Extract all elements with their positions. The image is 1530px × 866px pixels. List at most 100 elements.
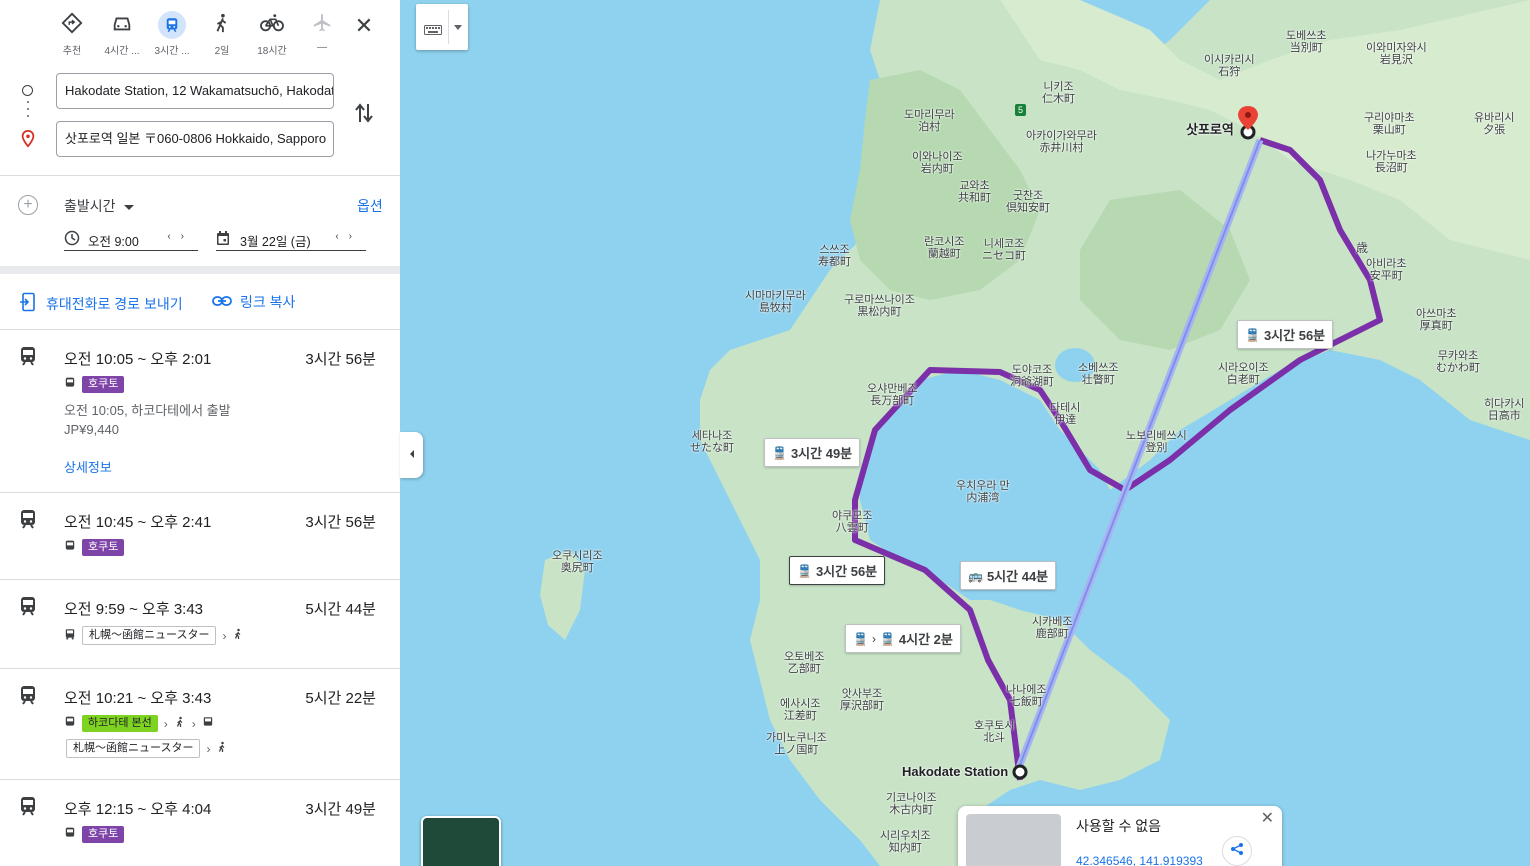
- send-to-phone-link[interactable]: 휴대전화로 경로 보내기: [18, 292, 183, 315]
- route-steps: 호쿠토: [64, 826, 125, 843]
- chevron-right-icon: ›: [222, 628, 227, 643]
- collapse-panel-button[interactable]: [400, 432, 423, 478]
- sapporo-station-label[interactable]: 삿포로역: [1186, 123, 1234, 136]
- place-label: 스쓰조 寿都町: [818, 244, 851, 268]
- train-icon: 🚆: [879, 631, 895, 646]
- route-times: 오후 12:15 ~ 오후 4:04: [64, 801, 212, 818]
- walk-small-icon: [216, 741, 228, 756]
- place-label: 이와나이조 岩内町: [912, 151, 963, 175]
- route-option[interactable]: 오후 12:15 ~ 오후 4:04 3시간 49분 호쿠토: [0, 780, 400, 866]
- route-steps: 札幌〜函館ニュースター ›: [64, 626, 244, 645]
- map-terrain: [540, 0, 1530, 866]
- options-link[interactable]: 옵션: [357, 196, 383, 216]
- place-label: 교와초 共和町: [958, 180, 991, 204]
- place-label: 나가누마초 長沼町: [1366, 150, 1417, 174]
- place-label: 니키조 仁木町: [1042, 81, 1075, 105]
- route-label[interactable]: 🚆 3시간 49분: [764, 438, 861, 467]
- place-label: 야쿠모조 八雲町: [832, 510, 873, 534]
- place-label: 아비라초 安平町: [1366, 258, 1407, 282]
- date-stepper-arrows[interactable]: ‹›: [335, 231, 362, 242]
- chevron-right-icon: ›: [163, 716, 168, 731]
- caret-down-icon[interactable]: [454, 25, 462, 30]
- bus-line-badge: 札幌〜函館ニュースター: [66, 739, 201, 758]
- date-field[interactable]: 3월 22일 (금) ‹›: [216, 228, 366, 251]
- swap-button[interactable]: [353, 100, 375, 131]
- place-label: 나나에조 七飯町: [1006, 684, 1047, 708]
- mode-flight[interactable]: —: [297, 10, 347, 53]
- train-icon: [18, 509, 38, 534]
- directions-icon: [61, 12, 83, 39]
- route-label[interactable]: 🚆 3시간 56분: [1237, 320, 1334, 349]
- place-label: 시라오이조 白老町: [1218, 362, 1269, 386]
- map-canvas[interactable]: 도마리무라 泊村 이와나이조 岩内町 교와초 共和町 니키조 仁木町 아카이가와무라 赤井…: [400, 0, 1530, 866]
- route-option[interactable]: 오전 9:59 ~ 오후 3:43 5시간 44분 札幌〜函館ニュースター ›: [0, 580, 400, 669]
- place-label: 세타나조 せたな町: [690, 430, 734, 454]
- bus-icon: [202, 716, 214, 731]
- route-steps: 札幌〜函館ニュースター ›: [66, 739, 228, 758]
- route-times: 오전 10:05 ~ 오후 2:01: [64, 351, 212, 368]
- route-option[interactable]: 오전 10:05 ~ 오후 2:01 3시간 56분 호쿠토 오전 10:05,…: [0, 330, 400, 493]
- details-link[interactable]: 상세정보: [64, 457, 112, 476]
- close-directions-button[interactable]: ✕: [352, 14, 376, 38]
- bicycle-icon: [259, 12, 285, 39]
- place-label: 호쿠토시 北斗: [974, 720, 1015, 744]
- route-duration: 3시간 49분: [305, 801, 376, 818]
- info-card-title: 사용할 수 없음: [1076, 818, 1162, 834]
- info-card-coordinates[interactable]: 42.346546, 141.919393: [1076, 854, 1203, 866]
- time-value: 오전 9:00: [88, 235, 139, 249]
- place-label: 도야코조 洞爺湖町: [1010, 364, 1054, 388]
- mode-recommended[interactable]: 추천: [47, 10, 97, 57]
- place-label: 시카베조 鹿部町: [1032, 616, 1073, 640]
- place-label: 오토베조 乙部町: [784, 651, 825, 675]
- place-label: 니세코조 ニセコ町: [982, 238, 1026, 262]
- train-icon: [18, 346, 38, 371]
- hakodate-station-label[interactable]: Hakodate Station: [902, 765, 1008, 778]
- train-icon: [18, 685, 38, 710]
- add-destination-icon[interactable]: +: [18, 195, 38, 215]
- walk-small-icon: [232, 628, 244, 643]
- time-field[interactable]: 오전 9:00 ‹›: [64, 228, 198, 251]
- copy-link-label: 링크 복사: [240, 294, 296, 310]
- route-label[interactable]: 🚆 › 🚆 4시간 2분: [845, 624, 961, 653]
- route-label[interactable]: 🚌 5시간 44분: [960, 561, 1057, 590]
- route-label-selected[interactable]: 🚆 3시간 56분: [789, 556, 886, 585]
- place-label: 아쓰마초 厚真町: [1416, 308, 1457, 332]
- route-steps: 호쿠토: [64, 539, 125, 556]
- line-badge: 호쿠토: [82, 826, 125, 843]
- chevron-right-icon: ›: [206, 741, 211, 756]
- street-view-thumbnail[interactable]: [966, 814, 1061, 866]
- origin-input[interactable]: Hakodate Station, 12 Wakamatsuchō, Hakod…: [56, 73, 334, 109]
- route-option[interactable]: 오전 10:45 ~ 오후 2:41 3시간 56분 호쿠토: [0, 493, 400, 580]
- mode-cycling[interactable]: 18시간: [247, 10, 297, 57]
- route-duration: 5시간 44분: [305, 601, 376, 618]
- date-value: 3월 22일 (금): [240, 235, 311, 249]
- waypoint-dots: [27, 101, 29, 121]
- line-badge: 하코다테 본선: [82, 715, 158, 732]
- mode-label: 추천: [62, 46, 82, 57]
- depart-time-dropdown[interactable]: 출발시간: [64, 196, 134, 216]
- mode-transit[interactable]: 3시간 ...: [147, 10, 197, 57]
- train-icon: 🚆: [1245, 327, 1260, 342]
- layers-thumbnail-button[interactable]: [421, 816, 501, 866]
- route-times: 오전 10:45 ~ 오후 2:41: [64, 514, 212, 531]
- share-button[interactable]: [1222, 836, 1252, 866]
- train-icon: 🚆: [797, 563, 812, 578]
- transit-icon: [158, 11, 186, 39]
- destination-input[interactable]: 삿포로역 일본 〒060-0806 Hokkaido, Sapporo: [56, 121, 334, 157]
- copy-link-button[interactable]: 링크 복사: [212, 292, 295, 312]
- chevron-right-icon: ›: [191, 716, 196, 731]
- time-stepper-arrows[interactable]: ‹›: [167, 231, 194, 242]
- place-info-card[interactable]: 사용할 수 없음 42.346546, 141.919393 ✕: [958, 806, 1282, 866]
- input-tools-button[interactable]: [416, 4, 468, 50]
- route-option[interactable]: 오전 10:21 ~ 오후 3:43 5시간 22분 하코다테 본선 › › 札…: [0, 669, 400, 780]
- close-icon[interactable]: ✕: [1261, 808, 1274, 828]
- place-label: 앗사부조 厚沢部町: [840, 688, 884, 712]
- send-to-phone-label: 휴대전화로 경로 보내기: [46, 295, 183, 312]
- mode-driving[interactable]: 4시간 ...: [97, 10, 147, 57]
- bus-icon: [64, 628, 76, 643]
- caret-down-icon: [123, 204, 134, 210]
- route-duration: 3시간 56분: [305, 351, 376, 368]
- mode-walking[interactable]: 2일: [197, 10, 247, 57]
- mode-label: —: [317, 42, 327, 53]
- train-icon: [18, 796, 38, 821]
